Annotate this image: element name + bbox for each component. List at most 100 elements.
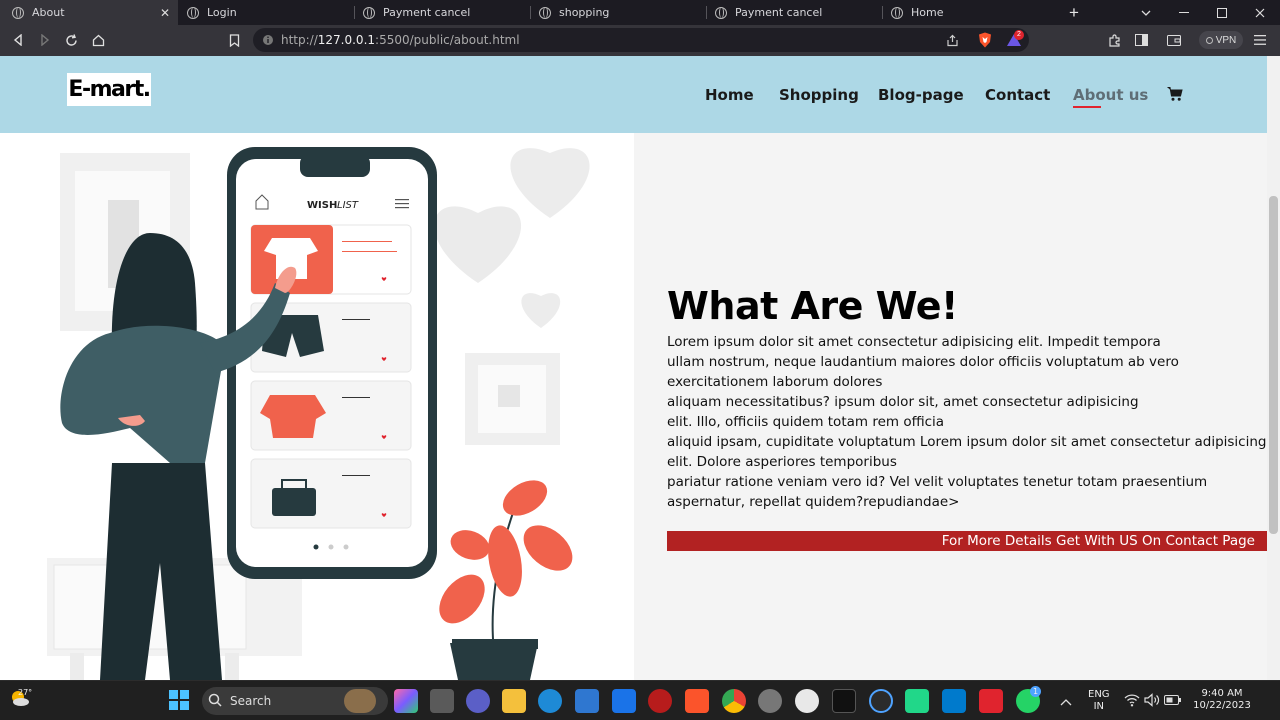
tab-separator (530, 6, 531, 19)
chrome-icon[interactable] (722, 689, 746, 713)
page-scrollbar[interactable] (1267, 56, 1280, 680)
paragraph-line: exercitationem laborum dolores (667, 374, 883, 390)
nav-about-us[interactable]: About us (1073, 86, 1148, 104)
tab-title: Login (207, 6, 237, 19)
clock-app-icon[interactable] (795, 689, 819, 713)
game-app-icon[interactable] (648, 689, 672, 713)
forward-icon[interactable] (35, 30, 55, 50)
globe-icon (715, 6, 727, 19)
close-window-button[interactable] (1255, 0, 1265, 25)
wishlist-illustration: WISH LIST (47, 147, 590, 680)
reload-icon[interactable] (61, 30, 81, 50)
search-label: Search (230, 694, 272, 708)
wallet-icon[interactable] (1164, 30, 1184, 50)
hero-illustration: WISH LIST (0, 133, 634, 680)
edge-icon[interactable] (538, 689, 562, 713)
paragraph-line: elit. Illo, officiis quidem totam rem of… (667, 414, 945, 430)
vpn-status-icon (1205, 36, 1213, 44)
active-nav-underline (1073, 106, 1101, 108)
sidebar-icon[interactable] (1131, 30, 1151, 50)
globe-icon (187, 6, 199, 19)
minimize-button[interactable] (1179, 0, 1189, 25)
clock[interactable]: 9:40 AM 10/22/2023 (1190, 688, 1254, 712)
pycharm-icon[interactable] (905, 689, 929, 713)
brave-shield-icon[interactable] (975, 30, 995, 50)
tab-title: Payment cancel (383, 6, 471, 19)
close-tab-icon[interactable]: ✕ (160, 6, 170, 20)
site-logo[interactable]: E-mart. (67, 73, 151, 106)
tab-separator (882, 6, 883, 19)
tab-login[interactable]: Login (187, 0, 354, 25)
app-icon[interactable] (979, 689, 1003, 713)
tab-about[interactable]: About ✕ (0, 0, 178, 25)
paragraph-line: aliquid ipsam, cupiditate voluptatum Lor… (667, 434, 1267, 450)
rewards-badge: 2 (1014, 30, 1024, 40)
tab-title: About (32, 6, 65, 19)
tab-home[interactable]: Home (891, 0, 1058, 25)
nav-shopping[interactable]: Shopping (779, 86, 859, 104)
about-heading: What Are We! (667, 284, 958, 328)
wishlist-title-italic: LIST (337, 200, 359, 211)
tab-list-icon[interactable] (1141, 0, 1151, 25)
nav-contact[interactable]: Contact (985, 86, 1050, 104)
whatsapp-badge: 1 (1030, 686, 1041, 697)
volume-icon[interactable] (1144, 693, 1160, 709)
paragraph-line: aspernatur, repellat quidem?repudiandae> (667, 494, 960, 510)
globe-icon (363, 6, 375, 19)
app-icon[interactable] (612, 689, 636, 713)
url-text[interactable]: http://127.0.0.1:5500/public/about.html (281, 33, 520, 47)
nav-blog-page[interactable]: Blog-page (878, 86, 964, 104)
speedometer-icon[interactable] (869, 689, 893, 713)
weather-temp: 27° (18, 688, 33, 697)
wifi-icon[interactable] (1124, 693, 1140, 709)
extensions-icon[interactable] (1104, 30, 1124, 50)
about-paragraph: Lorem ipsum dolor sit amet consectetur a… (667, 332, 1267, 512)
vpn-button[interactable]: VPN (1199, 31, 1243, 49)
web-page: E-mart. Home Shopping Blog-page Contact … (0, 56, 1267, 680)
tab-shopping[interactable]: shopping (539, 0, 706, 25)
paragraph-line: Lorem ipsum dolor sit amet consectetur a… (667, 334, 1161, 350)
back-icon[interactable] (8, 30, 28, 50)
menu-icon[interactable] (1250, 30, 1270, 50)
home-icon[interactable] (88, 30, 108, 50)
tray-expand-icon[interactable] (1060, 693, 1076, 709)
bookmark-icon[interactable] (224, 30, 244, 50)
paragraph-line: ullam nostrum, neque laudantium maiores … (667, 354, 1179, 370)
paragraph-line: pariatur ratione veniam vero id? Vel vel… (667, 474, 1208, 490)
site-navbar: E-mart. Home Shopping Blog-page Contact … (0, 56, 1267, 133)
search-icon (208, 693, 224, 709)
copilot-icon[interactable] (394, 689, 418, 713)
globe-icon (539, 6, 551, 19)
maximize-button[interactable] (1217, 0, 1227, 25)
vscode-icon[interactable] (942, 689, 966, 713)
tab-separator (354, 6, 355, 19)
brave-rewards-icon[interactable]: 2 (1004, 30, 1024, 50)
cart-icon[interactable] (1167, 86, 1183, 102)
share-icon[interactable] (942, 30, 962, 50)
search-highlight-icon (344, 689, 376, 713)
contact-cta-banner[interactable]: For More Details Get With US On Contact … (667, 531, 1267, 551)
brave-icon[interactable] (685, 689, 709, 713)
paragraph-line: elit. Dolore asperiores temporibus (667, 454, 897, 470)
windows-taskbar: 27° Search 1 ENG IN 9:40 AM 10/22/2023 (0, 680, 1280, 720)
nav-home[interactable]: Home (705, 86, 754, 104)
app-icon[interactable] (758, 689, 782, 713)
tab-payment-cancel[interactable]: Payment cancel (363, 0, 530, 25)
scrollbar-thumb[interactable] (1269, 196, 1278, 534)
tab-payment-cancel-2[interactable]: Payment cancel (715, 0, 882, 25)
new-tab-button[interactable]: + (1069, 0, 1079, 25)
store-icon[interactable] (575, 689, 599, 713)
tab-title: Payment cancel (735, 6, 823, 19)
tradingview-icon[interactable] (832, 689, 856, 713)
language-indicator[interactable]: ENG IN (1088, 689, 1110, 713)
browser-tab-bar: About ✕ Login Payment cancel shopping Pa… (0, 0, 1280, 25)
start-icon[interactable] (168, 689, 192, 713)
site-info-icon[interactable] (258, 30, 278, 50)
file-explorer-icon[interactable] (502, 689, 526, 713)
paragraph-line: aliquam necessitatibus? ipsum dolor sit,… (667, 394, 1139, 410)
battery-icon[interactable] (1164, 693, 1182, 709)
teams-icon[interactable] (466, 689, 490, 713)
tab-title: shopping (559, 6, 610, 19)
task-view-icon[interactable] (430, 689, 454, 713)
wishlist-title-bold: WISH (307, 200, 337, 211)
